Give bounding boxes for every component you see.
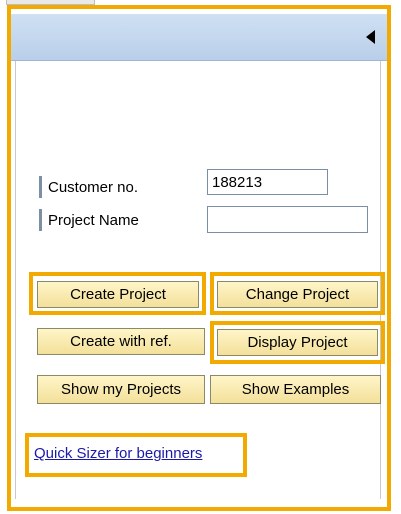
customer-no-label: Customer no. [48, 179, 139, 196]
create-project-button[interactable]: Create Project [37, 281, 199, 308]
collapse-triangle-icon[interactable] [366, 30, 375, 44]
create-with-ref-button[interactable]: Create with ref. [37, 328, 205, 355]
customer-no-input[interactable] [207, 169, 328, 195]
show-my-projects-button[interactable]: Show my Projects [37, 375, 205, 404]
panel-header [11, 14, 387, 61]
quick-sizer-link[interactable]: Quick Sizer for beginners [34, 445, 202, 462]
display-project-button[interactable]: Display Project [217, 329, 378, 356]
panel-frame [15, 15, 381, 499]
show-examples-button[interactable]: Show Examples [210, 375, 381, 404]
project-name-input[interactable] [207, 206, 368, 233]
project-name-label: Project Name [48, 212, 139, 229]
project-name-field-marker [39, 209, 42, 231]
change-project-button[interactable]: Change Project [217, 281, 378, 308]
customer-field-marker [39, 176, 42, 198]
